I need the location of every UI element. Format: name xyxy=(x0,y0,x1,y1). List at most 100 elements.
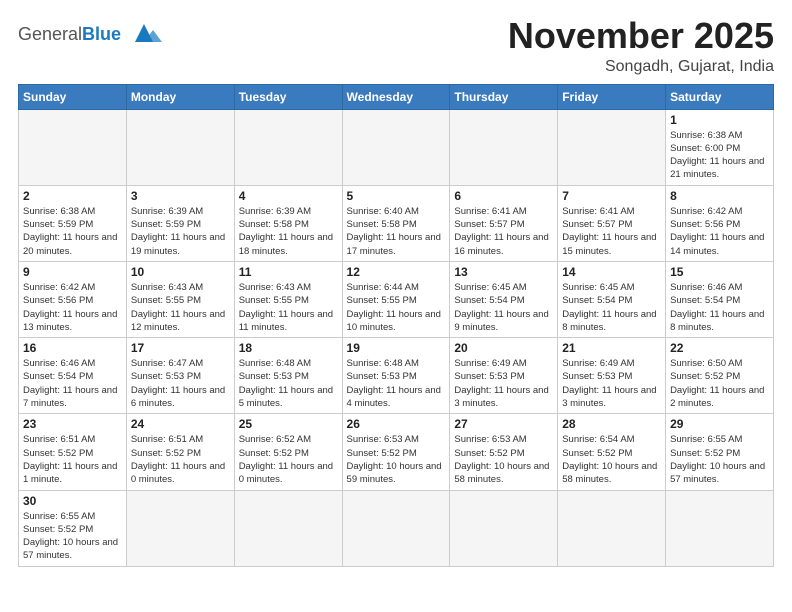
sunset-label: Sunset: 5:52 PM xyxy=(670,371,740,382)
day-info: Sunrise: 6:51 AMSunset: 5:52 PMDaylight:… xyxy=(23,433,122,486)
day-info: Sunrise: 6:41 AM Sunset: 5:57 PM Daylight:… xyxy=(454,205,553,258)
daylight-label: Daylight: 11 hours and 14 minutes. xyxy=(670,232,764,256)
calendar-cell: 26Sunrise: 6:53 AMSunset: 5:52 PMDayligh… xyxy=(342,414,450,490)
sunrise-label: Sunrise: 6:41 AM xyxy=(454,206,526,217)
weekday-header-saturday: Saturday xyxy=(666,84,774,109)
week-row-3: 9Sunrise: 6:42 AMSunset: 5:56 PMDaylight… xyxy=(19,261,774,337)
day-number: 6 xyxy=(454,189,553,203)
sunset-label: Sunset: 5:56 PM xyxy=(23,295,93,306)
sunrise-label: Sunrise: 6:39 AM xyxy=(239,206,311,217)
sunset-label: Sunset: 6:00 PM xyxy=(670,143,740,154)
daylight-label: Daylight: 11 hours and 16 minutes. xyxy=(454,232,548,256)
day-number: 16 xyxy=(23,341,122,355)
calendar-cell xyxy=(126,109,234,185)
calendar-cell: 20 Sunrise: 6:49 AMSunset: 5:53 PMDayligh… xyxy=(450,338,558,414)
sunrise-label: Sunrise: 6:48 AM xyxy=(347,358,419,369)
sunset-label: Sunset: 5:57 PM xyxy=(454,219,524,230)
day-number: 20 xyxy=(454,341,553,355)
day-info: Sunrise: 6:38 AMSunset: 5:59 PMDaylight:… xyxy=(23,205,122,258)
calendar-cell: 19Sunrise: 6:48 AMSunset: 5:53 PMDayligh… xyxy=(342,338,450,414)
day-number: 15 xyxy=(670,265,769,279)
day-info: Sunrise: 6:42 AM Sunset: 5:56 PM Daylight:… xyxy=(670,205,769,258)
day-number: 5 xyxy=(347,189,446,203)
weekday-header-monday: Monday xyxy=(126,84,234,109)
daylight-label: Daylight: 11 hours and 20 minutes. xyxy=(23,232,117,256)
calendar-cell: 18Sunrise: 6:48 AMSunset: 5:53 PMDayligh… xyxy=(234,338,342,414)
day-info: Sunrise: 6:55 AMSunset: 5:52 PMDaylight:… xyxy=(23,510,122,563)
day-number: 24 xyxy=(131,417,230,431)
logo-icon xyxy=(125,20,163,48)
sunset-label: Sunset: 5:52 PM xyxy=(23,524,93,535)
calendar-cell: 25Sunrise: 6:52 AMSunset: 5:52 PMDayligh… xyxy=(234,414,342,490)
calendar-cell: 22Sunrise: 6:50 AMSunset: 5:52 PMDayligh… xyxy=(666,338,774,414)
day-info: Sunrise: 6:43 AMSunset: 5:55 PMDaylight:… xyxy=(131,281,230,334)
day-info: Sunrise: 6:39 AMSunset: 5:59 PMDaylight:… xyxy=(131,205,230,258)
daylight-label: Daylight: 11 hours and 3 minutes. xyxy=(562,385,656,409)
day-number: 28 xyxy=(562,417,661,431)
weekday-header-tuesday: Tuesday xyxy=(234,84,342,109)
sunset-label: Sunset: 5:52 PM xyxy=(562,448,632,459)
sunrise-label: Sunrise: 6:38 AM xyxy=(670,130,742,141)
weekday-header-sunday: Sunday xyxy=(19,84,127,109)
daylight-label: Daylight: 10 hours and 57 minutes. xyxy=(670,461,765,485)
day-number: 21 xyxy=(562,341,661,355)
calendar-cell: 29Sunrise: 6:55 AMSunset: 5:52 PMDayligh… xyxy=(666,414,774,490)
sunrise-label: Sunrise: 6:38 AM xyxy=(23,206,95,217)
daylight-label: Daylight: 11 hours and 2 minutes. xyxy=(670,385,764,409)
weekday-header-wednesday: Wednesday xyxy=(342,84,450,109)
daylight-label: Daylight: 10 hours and 58 minutes. xyxy=(454,461,549,485)
day-info: Sunrise: 6:45 AMSunset: 5:54 PMDaylight:… xyxy=(562,281,661,334)
sunrise-label: Sunrise: 6:49 AM xyxy=(562,358,634,369)
week-row-5: 23Sunrise: 6:51 AMSunset: 5:52 PMDayligh… xyxy=(19,414,774,490)
daylight-label: Daylight: 11 hours and 5 minutes. xyxy=(239,385,333,409)
calendar-cell: 30 Sunrise: 6:55 AMSunset: 5:52 PMDayligh… xyxy=(19,490,127,566)
day-number: 14 xyxy=(562,265,661,279)
calendar-cell: 14 Sunrise: 6:45 AMSunset: 5:54 PMDayligh… xyxy=(558,261,666,337)
calendar-cell xyxy=(558,109,666,185)
sunrise-label: Sunrise: 6:45 AM xyxy=(562,282,634,293)
sunrise-label: Sunrise: 6:48 AM xyxy=(239,358,311,369)
day-number: 30 xyxy=(23,494,122,508)
sunrise-label: Sunrise: 6:46 AM xyxy=(23,358,95,369)
calendar-cell xyxy=(234,109,342,185)
sunrise-label: Sunrise: 6:53 AM xyxy=(347,434,419,445)
sunrise-label: Sunrise: 6:55 AM xyxy=(670,434,742,445)
daylight-label: Daylight: 11 hours and 4 minutes. xyxy=(347,385,441,409)
sunrise-label: Sunrise: 6:51 AM xyxy=(23,434,95,445)
day-number: 27 xyxy=(454,417,553,431)
daylight-label: Daylight: 11 hours and 6 minutes. xyxy=(131,385,225,409)
sunrise-label: Sunrise: 6:44 AM xyxy=(347,282,419,293)
day-info: Sunrise: 6:43 AMSunset: 5:55 PMDaylight:… xyxy=(239,281,338,334)
daylight-label: Daylight: 11 hours and 8 minutes. xyxy=(670,309,764,333)
daylight-label: Daylight: 10 hours and 58 minutes. xyxy=(562,461,657,485)
daylight-label: Daylight: 11 hours and 18 minutes. xyxy=(239,232,333,256)
day-info: Sunrise: 6:51 AMSunset: 5:52 PMDaylight:… xyxy=(131,433,230,486)
day-info: Sunrise: 6:49 AMSunset: 5:53 PMDaylight:… xyxy=(454,357,553,410)
day-number: 8 xyxy=(670,189,769,203)
daylight-label: Daylight: 11 hours and 0 minutes. xyxy=(239,461,333,485)
sunrise-label: Sunrise: 6:42 AM xyxy=(670,206,742,217)
week-row-6: 30 Sunrise: 6:55 AMSunset: 5:52 PMDayligh… xyxy=(19,490,774,566)
calendar-cell xyxy=(234,490,342,566)
calendar-cell: 2 Sunrise: 6:38 AMSunset: 5:59 PMDaylight… xyxy=(19,185,127,261)
day-number: 19 xyxy=(347,341,446,355)
daylight-label: Daylight: 11 hours and 9 minutes. xyxy=(454,309,548,333)
weekday-header-thursday: Thursday xyxy=(450,84,558,109)
daylight-label: Daylight: 11 hours and 15 minutes. xyxy=(562,232,656,256)
day-number: 25 xyxy=(239,417,338,431)
calendar-cell xyxy=(19,109,127,185)
weekday-header-friday: Friday xyxy=(558,84,666,109)
sunrise-label: Sunrise: 6:51 AM xyxy=(131,434,203,445)
calendar-cell: 4Sunrise: 6:39 AMSunset: 5:58 PMDaylight… xyxy=(234,185,342,261)
day-number: 7 xyxy=(562,189,661,203)
calendar-cell: 21Sunrise: 6:49 AMSunset: 5:53 PMDayligh… xyxy=(558,338,666,414)
day-number: 2 xyxy=(23,189,122,203)
sunset-label: Sunset: 5:56 PM xyxy=(670,219,740,230)
calendar-cell: 5Sunrise: 6:40 AMSunset: 5:58 PMDaylight… xyxy=(342,185,450,261)
calendar-cell: 6 Sunrise: 6:41 AM Sunset: 5:57 PM Daylight… xyxy=(450,185,558,261)
sunset-label: Sunset: 5:53 PM xyxy=(131,371,201,382)
calendar-cell xyxy=(450,109,558,185)
header: GeneralBlue November 2025 Songadh, Gujar… xyxy=(18,16,774,76)
sunrise-label: Sunrise: 6:46 AM xyxy=(670,282,742,293)
daylight-label: Daylight: 11 hours and 1 minute. xyxy=(23,461,117,485)
